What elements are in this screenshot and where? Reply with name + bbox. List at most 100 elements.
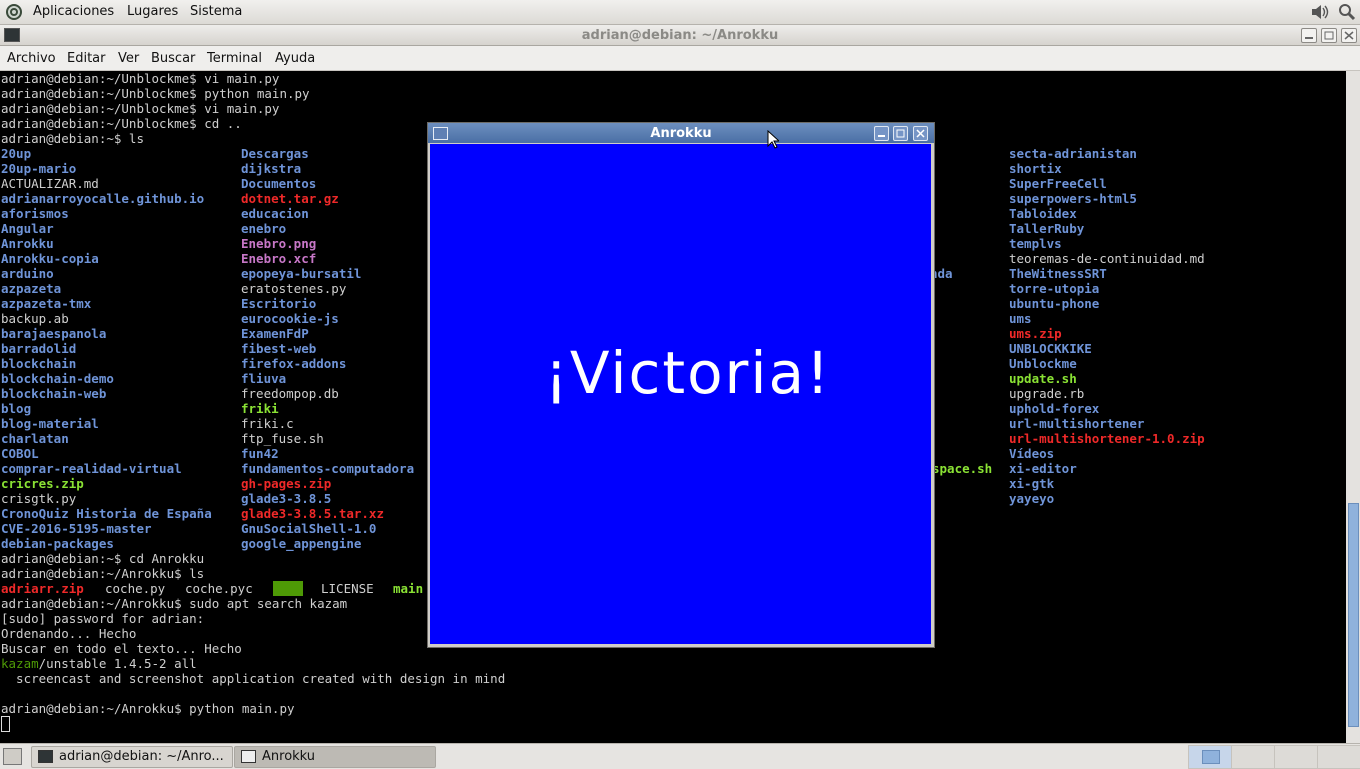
ls-entry: Unblockme <box>1009 356 1077 371</box>
output-line: adrian@debian:~/Anrokku$ sudo apt search… <box>1 596 348 611</box>
ls-entry: space.sh <box>932 461 993 476</box>
ls-entry: torre-utopia <box>1009 281 1100 296</box>
anrokku-ls-entry: coche.py <box>105 581 166 596</box>
anrokku-window[interactable]: Anrokku ¡Victoria! <box>427 122 935 648</box>
taskbar-terminal-label: adrian@debian: ~/Anro... <box>59 749 224 764</box>
anrokku-minimize-button[interactable] <box>874 126 889 141</box>
output-line: Ordenando... Hecho <box>1 626 137 641</box>
ls-entry: secta-adrianistan <box>1009 146 1137 161</box>
ls-entry: glade3-3.8.5 <box>241 491 332 506</box>
ls-entry: Anrokku-copia <box>1 251 99 266</box>
menu-ver[interactable]: Ver <box>118 51 139 66</box>
workspace-1[interactable] <box>1188 745 1232 769</box>
ls-entry: 20up <box>1 146 32 161</box>
ls-entry: crisgtk.py <box>1 491 77 506</box>
menu-terminal[interactable]: Terminal <box>207 51 262 66</box>
ls-entry: blockchain <box>1 356 77 371</box>
ls-entry: xi-gtk <box>1009 476 1055 491</box>
ls-entry: Vídeos <box>1009 446 1055 461</box>
ls-entry: eratostenes.py <box>241 281 347 296</box>
ls-entry: UNBLOCKKIKE <box>1009 341 1092 356</box>
ls-entry: CronoQuiz Historia de España <box>1 506 212 521</box>
minimize-button[interactable] <box>1301 28 1317 43</box>
ls-entry: epopeya-bursatil <box>241 266 362 281</box>
package-description: screencast and screenshot application cr… <box>1 671 506 686</box>
ls-entry: update.sh <box>1009 371 1077 386</box>
ls-entry: glade3-3.8.5.tar.xz <box>241 506 384 521</box>
text-cursor <box>1 716 10 732</box>
workspace-2[interactable] <box>1231 745 1275 769</box>
ls-entry: CVE-2016-5195-master <box>1 521 152 536</box>
ls-entry: ExamenFdP <box>241 326 309 341</box>
command-line: adrian@debian:~/Anrokku$ ls <box>1 566 205 581</box>
anrokku-close-button[interactable] <box>913 126 928 141</box>
command-line: adrian@debian:~/Unblockme$ cd .. <box>1 116 242 131</box>
ls-entry: blockchain-web <box>1 386 107 401</box>
ls-entry: SuperFreeCell <box>1009 176 1107 191</box>
menu-lugares[interactable]: Lugares <box>127 4 178 19</box>
ls-entry: friki <box>241 401 279 416</box>
ls-entry: dijkstra <box>241 161 302 176</box>
close-button[interactable] <box>1341 28 1357 43</box>
top-panel: Aplicaciones Lugares Sistema <box>0 0 1360 25</box>
command-line: adrian@debian:~/Unblockme$ vi main.py <box>1 71 280 86</box>
maximize-button[interactable] <box>1321 28 1337 43</box>
menu-aplicaciones[interactable]: Aplicaciones <box>33 4 114 19</box>
package-name: kazam <box>1 656 39 671</box>
taskbar-anrokku[interactable]: Anrokku <box>234 746 436 768</box>
ls-entry: teoremas-de-continuidad.md <box>1009 251 1205 266</box>
ls-entry: adrianarroyocalle.github.io <box>1 191 205 206</box>
volume-icon[interactable] <box>1310 3 1329 21</box>
terminal-scrollbar[interactable] <box>1346 71 1360 743</box>
ls-entry: ums <box>1009 311 1032 326</box>
anrokku-window-title: Anrokku <box>650 126 712 141</box>
anrokku-ls-entry: adriarr.zip <box>1 581 84 596</box>
ls-entry: COBOL <box>1 446 39 461</box>
ls-entry: Angular <box>1 221 54 236</box>
ls-entry: fibest-web <box>241 341 317 356</box>
anrokku-titlebar[interactable]: Anrokku <box>428 123 934 143</box>
terminal-icon <box>38 750 53 763</box>
taskbar-terminal[interactable]: adrian@debian: ~/Anro... <box>31 746 233 768</box>
ls-entry: eurocookie-js <box>241 311 339 326</box>
terminal-titlebar[interactable]: adrian@debian: ~/Anrokku <box>0 25 1360 46</box>
bottom-panel: adrian@debian: ~/Anro... Anrokku <box>0 743 1360 769</box>
menu-ayuda[interactable]: Ayuda <box>275 51 315 66</box>
ls-entry: GnuSocialShell-1.0 <box>241 521 377 536</box>
ls-entry: ACTUALIZAR.md <box>1 176 99 191</box>
ls-entry: shortix <box>1009 161 1062 176</box>
menu-buscar[interactable]: Buscar <box>151 51 195 66</box>
anrokku-ls-entry: data <box>273 581 304 596</box>
anrokku-ls-entry: main <box>393 581 424 596</box>
command-line: adrian@debian:~$ ls <box>1 131 144 146</box>
ls-entry: azpazeta <box>1 281 62 296</box>
ls-entry: yayeyo <box>1009 491 1055 506</box>
game-canvas[interactable]: ¡Victoria! <box>430 144 931 644</box>
taskbar-anrokku-label: Anrokku <box>262 749 316 764</box>
ls-entry: url-multishortener <box>1009 416 1145 431</box>
show-desktop-icon[interactable] <box>3 748 22 765</box>
menu-archivo[interactable]: Archivo <box>7 51 56 66</box>
workspace-3[interactable] <box>1274 745 1318 769</box>
ls-entry: Descargas <box>241 146 309 161</box>
workspace-4[interactable] <box>1317 745 1360 769</box>
anrokku-ls-entry: LICENSE <box>321 581 374 596</box>
scrollbar-thumb[interactable] <box>1348 503 1359 727</box>
ls-entry: Anrokku <box>1 236 54 251</box>
ls-entry: TheWitnessSRT <box>1009 266 1107 281</box>
menu-sistema[interactable]: Sistema <box>190 4 242 19</box>
gnome-foot-icon[interactable] <box>5 3 23 21</box>
ls-entry: ums.zip <box>1009 326 1062 341</box>
ls-entry: barajaespanola <box>1 326 107 341</box>
network-icon[interactable] <box>1338 3 1356 21</box>
ls-entry: TallerRuby <box>1009 221 1085 236</box>
menu-editar[interactable]: Editar <box>67 51 106 66</box>
ls-entry: superpowers-html5 <box>1009 191 1137 206</box>
anrokku-maximize-button[interactable] <box>893 126 908 141</box>
command-line: adrian@debian:~/Unblockme$ vi main.py <box>1 101 280 116</box>
ls-entry: azpazeta-tmx <box>1 296 92 311</box>
terminal-menubar: Archivo Editar Ver Buscar Terminal Ayuda <box>0 46 1360 71</box>
command-line: adrian@debian:~$ cd Anrokku <box>1 551 205 566</box>
ls-entry: fundamentos-computadora <box>241 461 415 476</box>
ls-entry: blockchain-demo <box>1 371 114 386</box>
